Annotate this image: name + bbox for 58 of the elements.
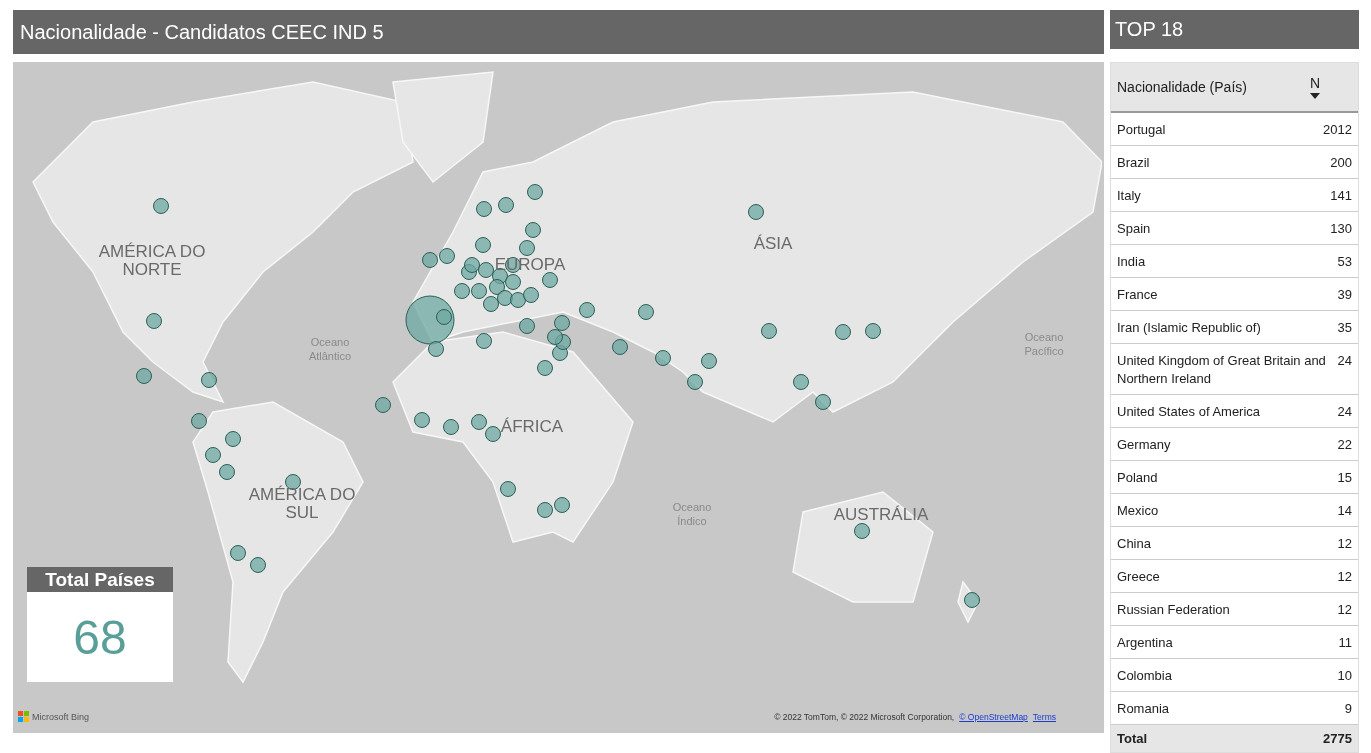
table-cell-text: 10 <box>1336 667 1352 685</box>
column-header[interactable]: Nacionalidade (País) <box>1117 79 1310 95</box>
windows-squares-icon <box>18 711 29 722</box>
map-label: AMÉRICA DO SUL <box>247 486 357 522</box>
map-label: Oceano Pacífico <box>1023 331 1065 359</box>
table-cell-text: Spain <box>1117 220 1152 238</box>
table-cell-text: 2775 <box>1322 730 1352 748</box>
page-title: Nacionalidade - Candidatos CEEC IND 5 <box>20 20 384 44</box>
table-cell-text: Colombia <box>1117 667 1173 685</box>
table-cell-text: Poland <box>1117 469 1159 487</box>
column-header[interactable]: N <box>1310 75 1321 91</box>
sort-descending-icon[interactable] <box>1310 93 1320 99</box>
table-cell-text: 12 <box>1336 535 1352 553</box>
table-cell-text: Italy <box>1117 187 1142 205</box>
table-cell-text: Brazil <box>1117 154 1151 172</box>
table-cell-text: India <box>1117 253 1147 271</box>
table-cell-text: 39 <box>1336 286 1352 304</box>
table-cell-text: 15 <box>1336 469 1352 487</box>
map-logo-text: Microsoft Bing <box>32 711 90 722</box>
card-title: Total Países <box>27 567 173 592</box>
map-label: AMÉRICA DO NORTE <box>97 243 207 279</box>
table-cell-text: Mexico <box>1117 502 1160 520</box>
table-cell-text: 24 <box>1336 403 1352 421</box>
table-cell-text: 12 <box>1336 601 1352 619</box>
table-cell-text: 9 <box>1343 700 1352 718</box>
map-label: Oceano Atlântico <box>307 336 353 364</box>
table-cell-text: 14 <box>1336 502 1352 520</box>
table-cell-text: Russian Federation <box>1117 601 1231 619</box>
panel-title: TOP 18 <box>1115 18 1184 41</box>
map-attribution: © 2022 TomTom, © 2022 Microsoft Corporation, <box>774 712 955 722</box>
table-cell-text: China <box>1117 535 1152 553</box>
table-cell-text: Germany <box>1117 436 1172 454</box>
table-cell-text: 200 <box>1329 154 1352 172</box>
table-cell-text: 35 <box>1336 319 1352 337</box>
table-cell-text: 24 <box>1336 352 1352 370</box>
table-cell-text: 141 <box>1329 187 1352 205</box>
table-cell-text: Iran (Islamic Republic of) <box>1117 319 1262 337</box>
table-cell-text: 12 <box>1336 568 1352 586</box>
table-cell-text: United Kingdom of Great Britain and Northern Ireland <box>1117 352 1327 388</box>
table-cell-text: 22 <box>1336 436 1352 454</box>
table-cell-text: United States of America <box>1117 403 1262 421</box>
table-cell-text: Greece <box>1117 568 1161 586</box>
map-label: AUSTRÁLIA <box>832 506 930 524</box>
map-label: ÁFRICA <box>499 418 565 436</box>
map-label: ÁSIA <box>752 235 794 253</box>
table-cell-text: Romania <box>1117 700 1171 718</box>
attribution-link[interactable]: Terms <box>1032 712 1056 722</box>
table-cell-text: 53 <box>1336 253 1352 271</box>
table-cell-text: Argentina <box>1117 634 1174 652</box>
table-cell-text: 2012 <box>1322 121 1352 139</box>
table-cell-text: 130 <box>1329 220 1352 238</box>
attribution-link[interactable]: © OpenStreetMap <box>959 712 1028 722</box>
map-label: Oceano Índico <box>671 501 713 529</box>
table-cell-text: Portugal <box>1117 121 1167 139</box>
table-cell-text: France <box>1117 286 1159 304</box>
card-value: 68 <box>72 609 128 666</box>
table-cell-text: Total <box>1117 730 1149 748</box>
table-cell-text: 11 <box>1337 634 1352 652</box>
